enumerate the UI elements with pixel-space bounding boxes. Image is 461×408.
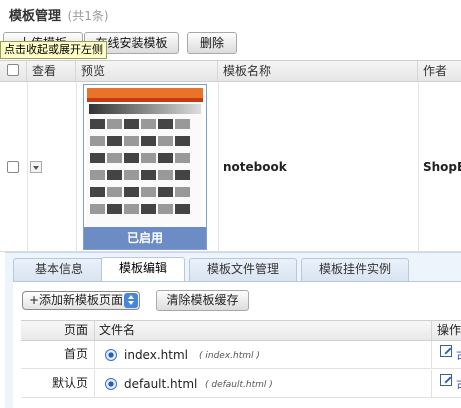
column-header-view: 查看	[27, 61, 76, 81]
column-header-filename: 文件名	[99, 323, 136, 337]
column-header-page: 页面	[21, 321, 95, 340]
tab-template-file-management[interactable]: 模板文件管理	[189, 258, 297, 281]
table-row: 已启用 notebook ShopEx	[0, 82, 461, 252]
file-table-header: 页面 文件名 操作	[21, 320, 461, 341]
page-title-text: 模板管理	[9, 9, 62, 24]
header-select-all-cell	[0, 61, 27, 81]
edit-link[interactable]: 可	[456, 348, 461, 365]
template-detail-panel: 基本信息 模板编辑 模板文件管理 模板挂件实例 +添加新模板页面 清除模板缓存 …	[5, 252, 461, 408]
column-header-template-name: 模板名称	[218, 61, 418, 81]
expand-toggle-icon[interactable]	[30, 161, 42, 173]
file-page-name: 默认页	[21, 370, 95, 397]
grid-header: 查看 预览 模板名称 作者	[0, 60, 461, 82]
template-author: ShopEx	[423, 160, 461, 174]
column-header-author: 作者	[423, 64, 448, 78]
select-all-checkbox[interactable]	[7, 64, 19, 76]
template-thumbnail-image	[87, 88, 203, 228]
row-checkbox[interactable]	[7, 161, 19, 173]
sidebar-toggle-tooltip: 点击收起或展开左侧	[0, 41, 107, 59]
record-count: (共1条)	[67, 9, 109, 23]
select-arrows-icon	[124, 293, 138, 308]
table-row: 默认页 default.html ( default.html ) 可	[21, 370, 461, 398]
edit-icon[interactable]	[440, 345, 452, 357]
column-header-preview: 预览	[76, 61, 218, 81]
file-name-hint: ( index.html )	[199, 351, 260, 361]
add-template-page-select[interactable]: +添加新模板页面	[22, 291, 140, 310]
edit-icon[interactable]	[440, 374, 452, 386]
page-title: 模板管理 (共1条)	[9, 5, 109, 24]
tab-content: +添加新模板页面 清除模板缓存 页面 文件名 操作 首页 index.html …	[13, 281, 461, 408]
column-header-operation: 操作	[431, 321, 461, 340]
file-radio-icon[interactable]	[105, 378, 117, 390]
file-name: index.html	[124, 348, 188, 362]
tab-basic-info[interactable]: 基本信息	[13, 258, 105, 281]
tab-template-widget-instances[interactable]: 模板挂件实例	[301, 258, 409, 281]
delete-button[interactable]: 删除	[187, 32, 237, 54]
add-template-page-select-value: +添加新模板页面	[29, 293, 124, 307]
file-operation-cell: 可	[431, 370, 461, 397]
file-operation-cell: 可	[431, 341, 461, 368]
tab-template-edit[interactable]: 模板编辑	[101, 257, 185, 282]
template-name: notebook	[223, 160, 287, 174]
table-row: 首页 index.html ( index.html ) 可	[21, 341, 461, 369]
edit-link[interactable]: 可	[456, 377, 461, 394]
file-name-hint: ( default.html )	[205, 380, 273, 390]
status-badge: 已启用	[84, 227, 206, 249]
clear-template-cache-button[interactable]: 清除模板缓存	[156, 290, 249, 311]
file-radio-icon[interactable]	[105, 349, 117, 361]
file-page-name: 首页	[21, 341, 95, 368]
template-preview[interactable]: 已启用	[83, 84, 207, 250]
file-name: default.html	[124, 377, 198, 391]
